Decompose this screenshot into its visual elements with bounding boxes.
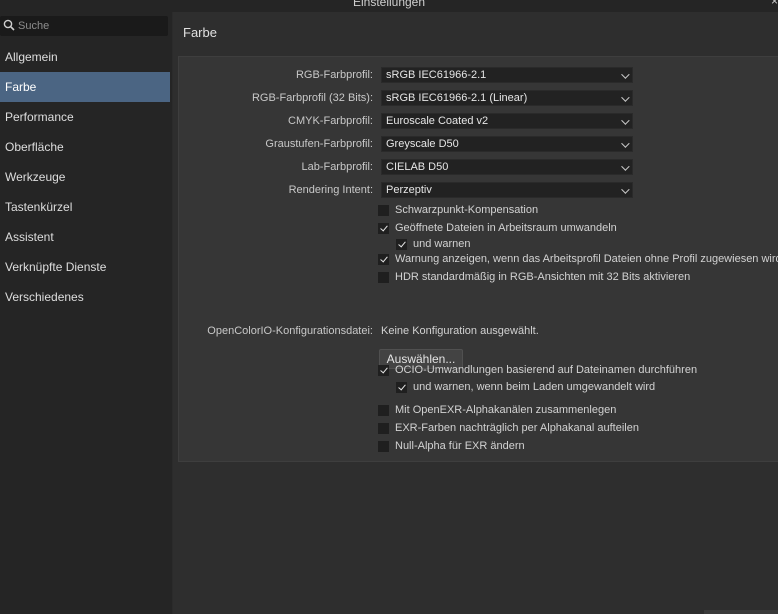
checkbox[interactable]	[378, 405, 389, 416]
sidebar-nav: Allgemein Farbe Performance Oberfläche Werkz…	[0, 42, 170, 312]
ocio-config-label: OpenColorIO-Konfigurationsdatei:	[207, 325, 373, 337]
profile-label-1: RGB-Farbprofil (32 Bits):	[251, 92, 373, 104]
profile-label-3: Graustufen-Farbprofil:	[265, 138, 373, 150]
search-icon	[3, 19, 15, 31]
checkbox[interactable]	[396, 239, 407, 250]
chevron-down-icon	[621, 162, 630, 171]
checkbox-label: Mit OpenEXR-Alphakanälen zusammenlegen	[395, 404, 617, 416]
checkbox[interactable]	[396, 382, 407, 393]
profile-label-4: Lab-Farbprofil:	[301, 161, 373, 173]
checkbox-label: Warnung anzeigen, wenn das Arbeitsprofil…	[395, 253, 778, 265]
profile-select-5[interactable]: Perzeptiv	[381, 182, 633, 198]
chevron-down-icon	[621, 116, 630, 125]
checkbox[interactable]	[378, 423, 389, 434]
checkmark-icon	[380, 223, 388, 232]
profile-select-value: Greyscale D50	[386, 138, 459, 150]
checkbox-label: Geöffnete Dateien in Arbeitsraum umwande…	[395, 222, 617, 234]
window-title: Einstellungen	[352, 0, 426, 9]
sidebar: Suche Allgemein Farbe Performance Oberfläch…	[0, 12, 172, 614]
ocio-config-value: Keine Konfiguration ausgewählt.	[381, 325, 539, 337]
profile-select-1[interactable]: sRGB IEC61966-2.1 (Linear)	[381, 90, 633, 106]
chevron-down-icon	[621, 185, 630, 194]
profile-select-3[interactable]: Greyscale D50	[381, 136, 633, 152]
checkmark-icon	[398, 239, 406, 248]
sidebar-item-3[interactable]: Oberfläche	[0, 132, 170, 162]
checkbox-label: und warnen	[413, 238, 471, 250]
search-placeholder: Suche	[18, 20, 50, 32]
profile-label-0: RGB-Farbprofil:	[295, 69, 373, 81]
checkbox-label: und warnen, wenn beim Laden umgewandelt …	[413, 381, 656, 393]
profile-select-value: sRGB IEC61966-2.1	[386, 69, 487, 81]
profile-select-2[interactable]: Euroscale Coated v2	[381, 113, 633, 129]
profile-label-2: CMYK-Farbprofil:	[288, 115, 373, 127]
checkbox-label: Null-Alpha für EXR ändern	[395, 440, 525, 452]
sidebar-item-0[interactable]: Allgemein	[0, 42, 170, 72]
chevron-down-icon	[621, 70, 630, 79]
checkbox[interactable]	[378, 254, 389, 265]
sidebar-item-8[interactable]: Verschiedenes	[0, 282, 170, 312]
sidebar-item-5[interactable]: Tastenkürzel	[0, 192, 170, 222]
sidebar-item-7[interactable]: Verknüpfte Dienste	[0, 252, 170, 282]
color-settings-panel: OpenColorIO-Konfigurationsdatei: Keine K…	[178, 56, 778, 462]
profile-select-4[interactable]: CIELAB D50	[381, 159, 633, 175]
profile-select-value: CIELAB D50	[386, 161, 449, 173]
checkmark-icon	[380, 365, 388, 374]
sidebar-item-4[interactable]: Werkzeuge	[0, 162, 170, 192]
checkmark-icon	[380, 254, 388, 263]
settings-main: Farbe OpenColorIO-Konfigurationsdatei: K…	[173, 12, 778, 614]
page-title: Farbe	[183, 25, 217, 40]
profile-select-value: Euroscale Coated v2	[386, 115, 489, 127]
profile-select-value: Perzeptiv	[386, 184, 432, 196]
sidebar-item-2[interactable]: Performance	[0, 102, 170, 132]
checkbox[interactable]	[378, 272, 389, 283]
scrollbar[interactable]	[704, 610, 778, 614]
search-input[interactable]: Suche	[0, 16, 168, 36]
sidebar-item-6[interactable]: Assistent	[0, 222, 170, 252]
profile-select-value: sRGB IEC61966-2.1 (Linear)	[386, 92, 528, 104]
chevron-down-icon	[621, 93, 630, 102]
checkbox[interactable]	[378, 205, 389, 216]
checkbox-label: Schwarzpunkt-Kompensation	[395, 204, 539, 216]
profile-label-5: Rendering Intent:	[288, 184, 373, 196]
checkbox[interactable]	[378, 441, 389, 452]
title-bar: Einstellungen ×	[0, 0, 778, 12]
profile-select-0[interactable]: sRGB IEC61966-2.1	[381, 67, 633, 83]
checkbox[interactable]	[378, 365, 389, 376]
checkbox-label: OCIO-Umwandlungen basierend auf Dateinam…	[395, 364, 698, 376]
checkbox[interactable]	[378, 223, 389, 234]
checkbox-label: HDR standardmäßig in RGB-Ansichten mit 3…	[395, 271, 691, 283]
chevron-down-icon	[621, 139, 630, 148]
checkmark-icon	[398, 382, 406, 391]
close-icon[interactable]: ×	[771, 0, 778, 8]
sidebar-item-1[interactable]: Farbe	[0, 72, 170, 102]
checkbox-label: EXR-Farben nachträglich per Alphakanal a…	[395, 422, 639, 434]
